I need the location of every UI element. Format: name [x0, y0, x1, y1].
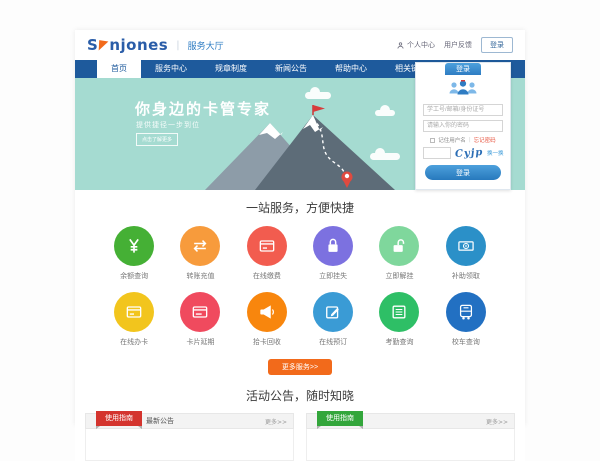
service-online-booking[interactable]: 在线预订 [300, 292, 366, 347]
services-title: 一站服务，方便快捷 [75, 199, 525, 216]
announcement-panels: 使用指南 最新公告 更多>> 使用指南 更多>> [85, 413, 515, 461]
login-submit-button[interactable]: 登录 [425, 165, 501, 180]
panel-header: 使用指南 更多>> [306, 413, 515, 429]
service-label: 立即挂失 [300, 271, 366, 281]
header-actions: 个人中心 用户反馈 登录 [396, 37, 513, 53]
service-label: 在线缴费 [234, 271, 300, 281]
personal-center-label: 个人中心 [407, 40, 435, 50]
nav-item-home[interactable]: 首页 [97, 60, 141, 78]
captcha-image: Cyjp [454, 147, 483, 160]
card-icon [257, 236, 277, 256]
logo-text-suffix: njones [109, 36, 168, 54]
service-school-bus-inquiry[interactable]: 校车查询 [433, 292, 499, 347]
announcements-title: 活动公告，随时知晓 [75, 387, 525, 404]
bus-icon [456, 302, 476, 322]
remember-checkbox[interactable] [430, 138, 435, 143]
lock-icon [323, 236, 343, 256]
card-icon [124, 302, 144, 322]
services-section: 一站服务，方便快捷 余额查询 转账充值 在线缴费 [75, 190, 525, 375]
password-input[interactable] [423, 120, 503, 132]
service-label: 拾卡回收 [234, 337, 300, 347]
service-label: 卡片延期 [167, 337, 233, 347]
captcha-refresh-link[interactable]: 换一换 [487, 149, 504, 157]
usage-guide-panel: 使用指南 最新公告 更多>> [85, 413, 294, 461]
service-subsidy-collection[interactable]: 补助领取 [433, 226, 499, 281]
hero-cta-button[interactable]: 点击了解更多 [136, 133, 178, 146]
nav-item-rules[interactable]: 规章制度 [201, 60, 261, 78]
service-label: 转账充值 [167, 271, 233, 281]
service-label: 补助领取 [433, 271, 499, 281]
cloud-shape [305, 92, 331, 99]
ribbon-tab-usage-guide[interactable]: 使用指南 [317, 411, 363, 426]
transfer-icon [190, 236, 210, 256]
site-name: 服务大厅 [188, 39, 224, 52]
tab-latest-announcements[interactable]: 最新公告 [146, 416, 174, 426]
panel-header: 使用指南 最新公告 更多>> [85, 413, 294, 429]
yen-icon [124, 236, 144, 256]
more-link[interactable]: 更多>> [265, 417, 287, 426]
banknote-icon [456, 236, 476, 256]
unlock-icon [389, 236, 409, 256]
service-balance-inquiry[interactable]: 余额查询 [101, 226, 167, 281]
user-icon [396, 41, 405, 50]
edit-icon [323, 302, 343, 322]
service-label: 校车查询 [433, 337, 499, 347]
more-link[interactable]: 更多>> [486, 417, 508, 426]
header-login-button[interactable]: 登录 [481, 37, 513, 53]
service-label: 在线办卡 [101, 337, 167, 347]
options-divider: | [469, 137, 471, 143]
user-feedback-link[interactable]: 用户反馈 [444, 40, 472, 50]
header-divider: | [176, 40, 179, 51]
user-feedback-label: 用户反馈 [444, 40, 472, 50]
card-icon [190, 302, 210, 322]
panel-content [306, 429, 515, 461]
service-label: 余额查询 [101, 271, 167, 281]
logo[interactable]: S njones [87, 36, 168, 54]
captcha-row: Cyjp 换一换 [416, 147, 510, 159]
login-tab[interactable]: 登录 [445, 63, 481, 75]
service-attendance-inquiry[interactable]: 考勤查询 [366, 292, 432, 347]
panel-content [85, 429, 294, 461]
nav-item-news[interactable]: 新闻公告 [261, 60, 321, 78]
portal-page: S njones | 服务大厅 个人中心 用户反馈 登录 首页 服务中心 规章制… [75, 30, 525, 425]
service-card-extension[interactable]: 卡片延期 [167, 292, 233, 347]
megaphone-icon [257, 302, 277, 322]
username-input[interactable] [423, 104, 503, 116]
hero-title: 你身边的卡管专家 [135, 98, 271, 119]
users-group-icon [447, 79, 479, 96]
service-label: 在线预订 [300, 337, 366, 347]
service-label: 考勤查询 [366, 337, 432, 347]
service-online-card-application[interactable]: 在线办卡 [101, 292, 167, 347]
service-lost-card-recovery[interactable]: 拾卡回收 [234, 292, 300, 347]
nav-item-service-center[interactable]: 服务中心 [141, 60, 201, 78]
captcha-input[interactable] [423, 147, 451, 159]
remember-label: 记住用户名 [438, 136, 466, 144]
services-grid: 余额查询 转账充值 在线缴费 立即挂失 [101, 226, 499, 347]
hero-subtitle: 提供捷径一步到位 [136, 120, 200, 130]
login-options: 记住用户名 | 忘记密码 [416, 136, 510, 144]
announcements-section: 活动公告，随时知晓 使用指南 最新公告 更多>> 使用指南 更多>> [75, 375, 525, 461]
login-panel: 登录 记住用户名 | 忘记密码 Cyjp 换一换 登录 [415, 62, 511, 190]
service-transfer-recharge[interactable]: 转账充值 [167, 226, 233, 281]
list-icon [389, 302, 409, 322]
service-report-loss[interactable]: 立即挂失 [300, 226, 366, 281]
service-label: 立即解挂 [366, 271, 432, 281]
top-header: S njones | 服务大厅 个人中心 用户反馈 登录 [75, 30, 525, 60]
personal-center-link[interactable]: 个人中心 [396, 40, 435, 50]
nav-item-help[interactable]: 帮助中心 [321, 60, 381, 78]
usage-guide-panel-right: 使用指南 更多>> [306, 413, 515, 461]
forgot-password-link[interactable]: 忘记密码 [474, 136, 496, 144]
ribbon-tab-usage-guide[interactable]: 使用指南 [96, 411, 142, 426]
more-services-button[interactable]: 更多服务>> [268, 359, 332, 375]
service-online-payment[interactable]: 在线缴费 [234, 226, 300, 281]
service-unfreeze[interactable]: 立即解挂 [366, 226, 432, 281]
